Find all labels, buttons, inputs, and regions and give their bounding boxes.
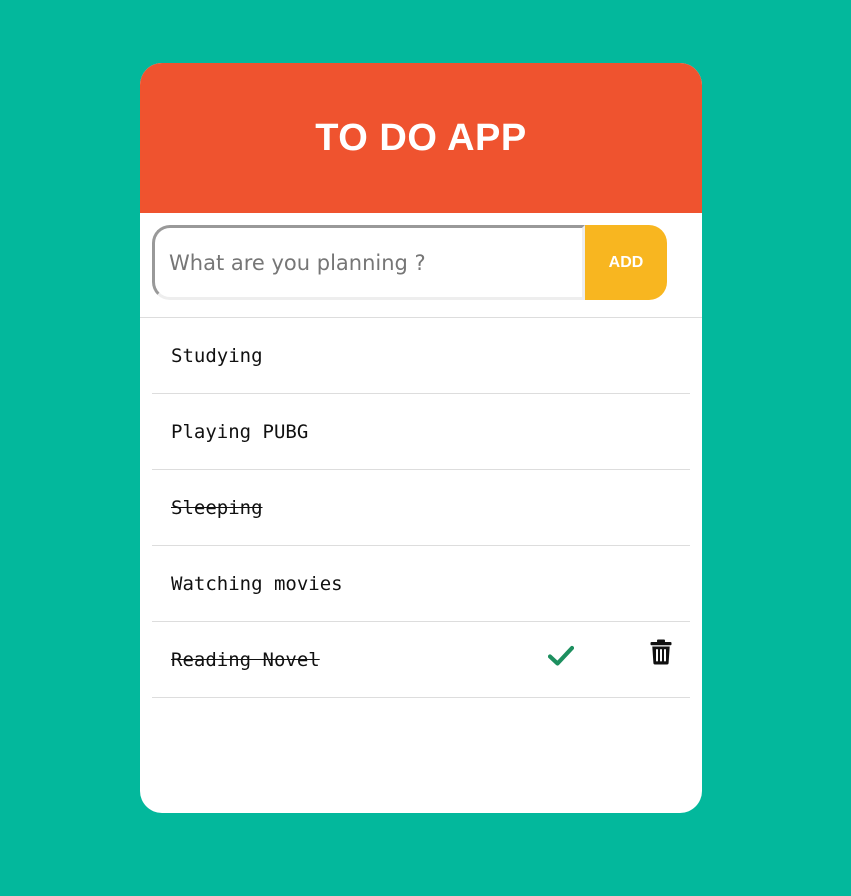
todo-item-hovered[interactable]: Reading Novel bbox=[152, 622, 690, 698]
todo-text-completed: Sleeping bbox=[171, 496, 263, 519]
add-button[interactable]: ADD bbox=[585, 225, 667, 300]
todo-item[interactable]: Playing PUBG bbox=[152, 394, 690, 470]
add-task-form: ADD bbox=[152, 225, 667, 300]
todo-item[interactable]: Studying bbox=[152, 318, 690, 394]
todo-item[interactable]: Watching movies bbox=[152, 546, 690, 622]
app-header: TO DO APP bbox=[140, 63, 702, 213]
trash-icon[interactable] bbox=[650, 639, 672, 665]
app-title: TO DO APP bbox=[315, 116, 527, 159]
task-input[interactable] bbox=[152, 225, 585, 300]
todo-text: Studying bbox=[171, 344, 263, 367]
todo-card: TO DO APP ADD Studying Playing PUBG Slee… bbox=[140, 63, 702, 813]
todo-item[interactable]: Sleeping bbox=[152, 470, 690, 546]
todo-text-completed: Reading Novel bbox=[171, 648, 320, 671]
todo-text: Watching movies bbox=[171, 572, 343, 595]
todo-text: Playing PUBG bbox=[171, 420, 309, 443]
todo-list: Studying Playing PUBG Sleeping Watching … bbox=[152, 318, 690, 698]
check-icon[interactable] bbox=[548, 643, 574, 669]
